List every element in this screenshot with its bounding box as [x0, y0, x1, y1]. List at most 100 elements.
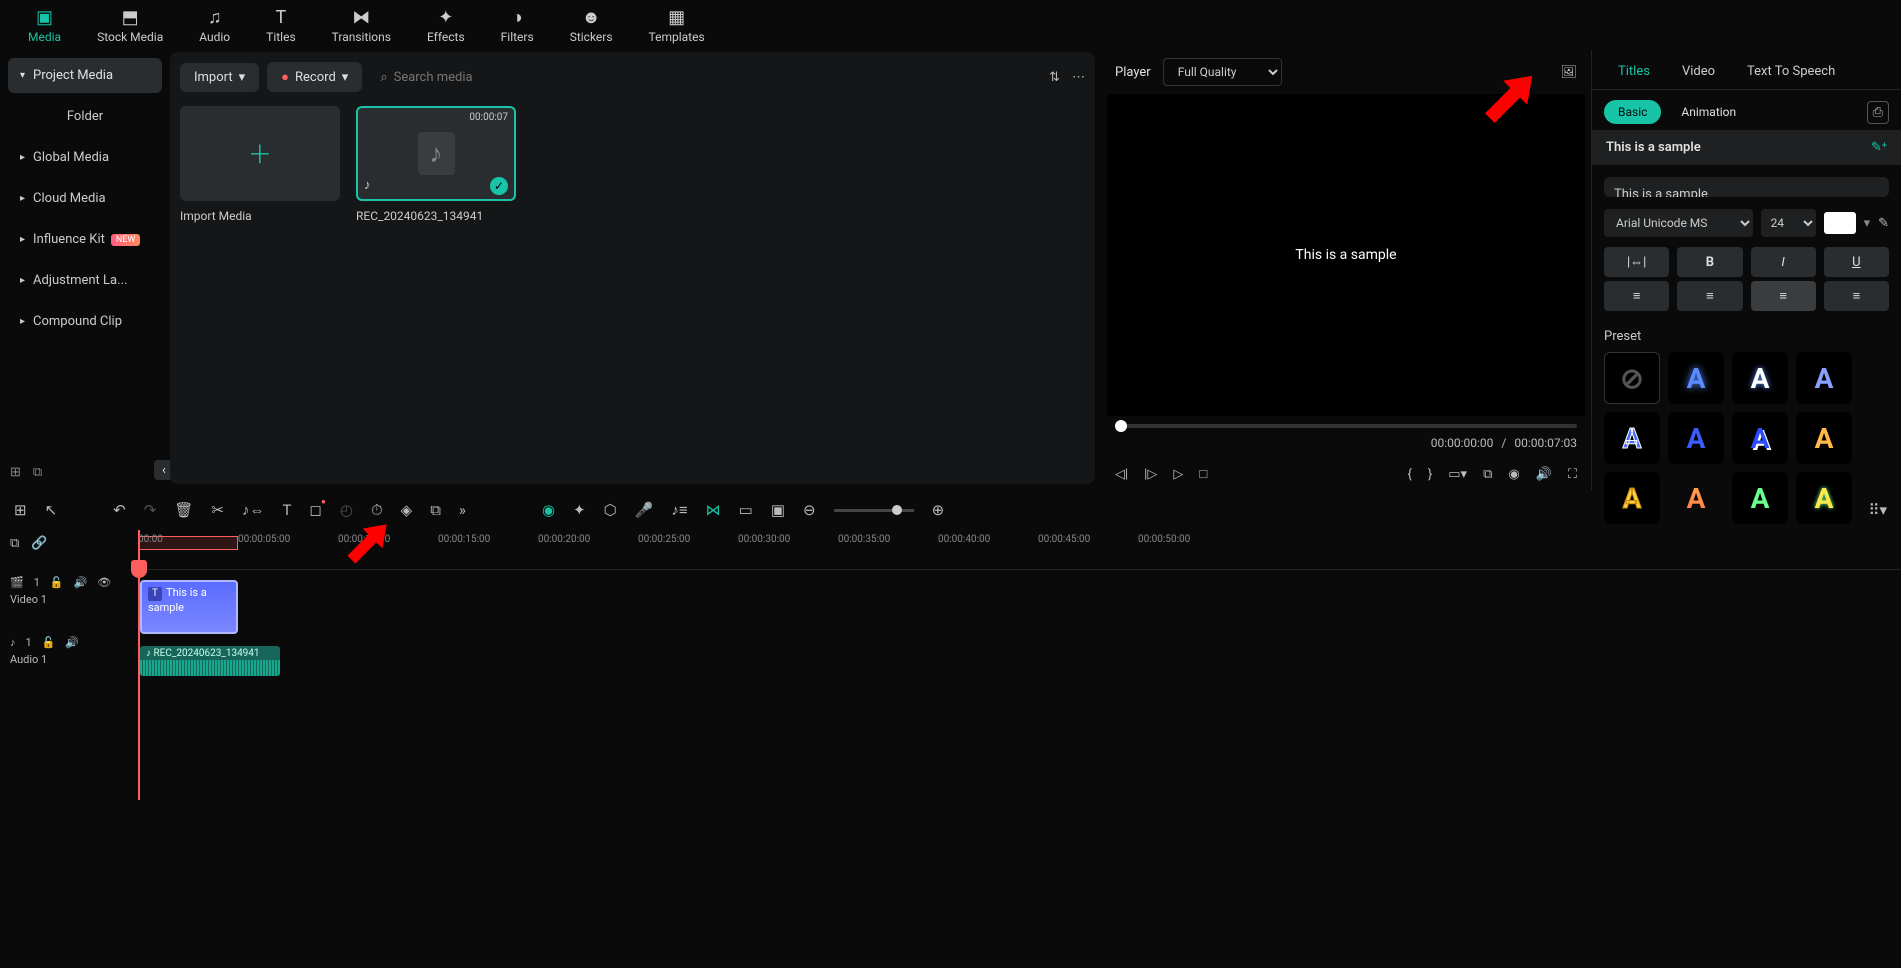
tab-text-to-speech[interactable]: Text To Speech — [1731, 54, 1851, 89]
underline-button[interactable]: U — [1824, 247, 1889, 277]
tag-icon[interactable]: ◈ — [401, 501, 413, 519]
italic-button[interactable]: I — [1751, 247, 1816, 277]
frame-icon[interactable]: ▭ — [739, 501, 753, 519]
spacing-button[interactable]: |⇔| — [1604, 247, 1669, 277]
subtab-animation[interactable]: Animation — [1667, 100, 1750, 124]
mute-icon[interactable]: 🔊 — [74, 576, 88, 589]
track-options-icon[interactable]: ⠿▾ — [1868, 501, 1887, 519]
folder-icon[interactable]: ⧉ — [33, 465, 42, 480]
link-view-icon[interactable]: ⧉ — [10, 536, 19, 551]
search-media-input[interactable] — [394, 70, 574, 85]
preset-4[interactable]: A — [1604, 412, 1660, 464]
more-tools-icon[interactable]: » — [459, 501, 466, 519]
fullscreen-icon[interactable]: ⛶ — [1568, 467, 1577, 482]
nav-filters[interactable]: ◑Filters — [483, 3, 552, 48]
quality-select[interactable]: Full Quality — [1163, 58, 1282, 86]
preset-3[interactable]: A — [1796, 352, 1852, 404]
shield-icon[interactable]: ⬡ — [604, 501, 617, 519]
ai-icon[interactable]: ◉ — [542, 501, 555, 519]
text-icon[interactable]: T — [282, 501, 291, 519]
mute-icon[interactable]: 🔊 — [65, 636, 79, 649]
import-media-card[interactable]: + Import Media — [180, 106, 340, 223]
bold-button[interactable]: B — [1677, 247, 1742, 277]
project-media-header[interactable]: ▾Project Media — [8, 58, 162, 93]
nav-effects[interactable]: ✦Effects — [409, 3, 483, 48]
tab-video[interactable]: Video — [1666, 54, 1731, 89]
timeline-ruler[interactable]: 00:00 00:00:05:00 00:00:10:00 00:00:15:0… — [138, 530, 1901, 570]
tab-titles[interactable]: Titles — [1602, 54, 1666, 89]
new-folder-icon[interactable]: ⊞ — [10, 465, 21, 480]
bracket-close-icon[interactable]: } — [1428, 467, 1432, 482]
zoom-out-icon[interactable]: ⊖ — [803, 501, 816, 519]
redo-icon[interactable]: ↷ — [144, 501, 157, 519]
media-clip-card[interactable]: ♪ 00:00:07 ♪ ✓ REC_20240623_134941 — [356, 106, 516, 223]
preset-none[interactable]: ⊘ — [1604, 352, 1660, 404]
sidebar-adjustment-layer[interactable]: ▸Adjustment La... — [8, 263, 162, 298]
speed-icon[interactable]: ◴ — [340, 501, 353, 519]
timeline-tracks[interactable]: 00:00 00:00:05:00 00:00:10:00 00:00:15:0… — [138, 530, 1901, 800]
group-icon[interactable]: ⧉ — [430, 501, 441, 519]
link-icon[interactable]: 🔗 — [31, 536, 47, 551]
preset-11[interactable]: A — [1796, 472, 1852, 524]
nav-templates[interactable]: ▦Templates — [631, 3, 723, 48]
player-progress[interactable] — [1115, 424, 1577, 428]
pointer-icon[interactable]: ↖ — [45, 501, 58, 519]
nav-stickers[interactable]: ☻Stickers — [552, 3, 631, 48]
font-color-swatch[interactable] — [1824, 212, 1856, 234]
timer-icon[interactable]: ⏱ — [371, 501, 383, 519]
magnet-icon[interactable]: ⋈ — [706, 501, 721, 519]
nav-stock-media[interactable]: ⬒Stock Media — [79, 3, 181, 48]
preset-8[interactable]: A — [1604, 472, 1660, 524]
mic-icon[interactable]: 🎤 — [635, 501, 654, 519]
font-size-select[interactable]: 24 — [1761, 209, 1816, 237]
crop-icon[interactable]: ◻● — [309, 501, 321, 519]
align-right-button[interactable]: ≡ — [1824, 281, 1889, 311]
play-icon[interactable]: |▷ — [1144, 467, 1157, 482]
title-textarea[interactable]: This is a sample — [1604, 177, 1889, 197]
undo-icon[interactable]: ↶ — [113, 501, 126, 519]
eyedropper-icon[interactable]: ✎ — [1878, 216, 1889, 231]
folder-item[interactable]: Folder — [8, 99, 162, 134]
zoom-in-icon[interactable]: ⊕ — [932, 501, 945, 519]
sidebar-cloud-media[interactable]: ▸Cloud Media — [8, 181, 162, 216]
align-center-button[interactable]: ≡ — [1677, 281, 1742, 311]
prev-frame-icon[interactable]: ◁| — [1115, 467, 1128, 482]
import-button[interactable]: Import▾ — [180, 63, 259, 92]
record-button[interactable]: ●Record▾ — [267, 62, 362, 92]
ratio-icon[interactable]: ▭▾ — [1448, 467, 1467, 482]
lock-icon[interactable]: 🔓 — [42, 636, 56, 649]
bracket-open-icon[interactable]: { — [1407, 467, 1411, 482]
audio-track-header[interactable]: ♪1🔓🔊 Audio 1 — [0, 630, 138, 690]
sidebar-influence-kit[interactable]: ▸Influence KitNEW — [8, 222, 162, 257]
align-left-button[interactable]: ≡ — [1604, 281, 1669, 311]
audio-clip[interactable]: ♪ REC_20240623_134941 — [140, 646, 280, 676]
lock-icon[interactable]: 🔓 — [50, 576, 64, 589]
nav-audio[interactable]: ♫Audio — [181, 3, 248, 48]
sparkle-icon[interactable]: ✦ — [573, 501, 586, 519]
preset-2[interactable]: A — [1732, 352, 1788, 404]
audio-stretch-icon[interactable]: ♪⇔ — [242, 501, 265, 519]
save-preset-icon[interactable]: ⎙ — [1867, 101, 1889, 124]
grid-icon[interactable]: ⊞ — [14, 501, 27, 519]
nav-media[interactable]: ▣Media — [10, 3, 79, 48]
align-middle-button[interactable]: ≡ — [1751, 281, 1816, 311]
delete-icon[interactable]: 🗑 — [174, 501, 193, 519]
subtab-basic[interactable]: Basic — [1604, 100, 1661, 124]
more-icon[interactable]: ⋯ — [1072, 70, 1085, 85]
nav-transitions[interactable]: ⧓Transitions — [314, 3, 409, 48]
ai-edit-icon[interactable]: ✎⁺ — [1871, 140, 1887, 155]
color-chevron-icon[interactable]: ▾ — [1864, 216, 1871, 231]
playhead[interactable] — [138, 530, 140, 800]
filter-icon[interactable]: ⇅ — [1049, 70, 1060, 85]
preset-6[interactable]: A — [1732, 412, 1788, 464]
screen-icon[interactable]: ⧉ — [1483, 467, 1492, 482]
music-list-icon[interactable]: ♪≡ — [671, 501, 687, 519]
volume-icon[interactable]: 🔊 — [1536, 467, 1552, 482]
zoom-slider[interactable] — [834, 509, 914, 512]
snapshot-icon[interactable]: 🖼 — [1560, 65, 1577, 80]
cut-icon[interactable]: ✂ — [211, 501, 224, 519]
video-clip[interactable]: TThis is a sample — [140, 580, 238, 634]
sidebar-global-media[interactable]: ▸Global Media — [8, 140, 162, 175]
sidebar-compound-clip[interactable]: ▸Compound Clip — [8, 304, 162, 339]
marker-icon[interactable]: ▣ — [771, 501, 785, 519]
